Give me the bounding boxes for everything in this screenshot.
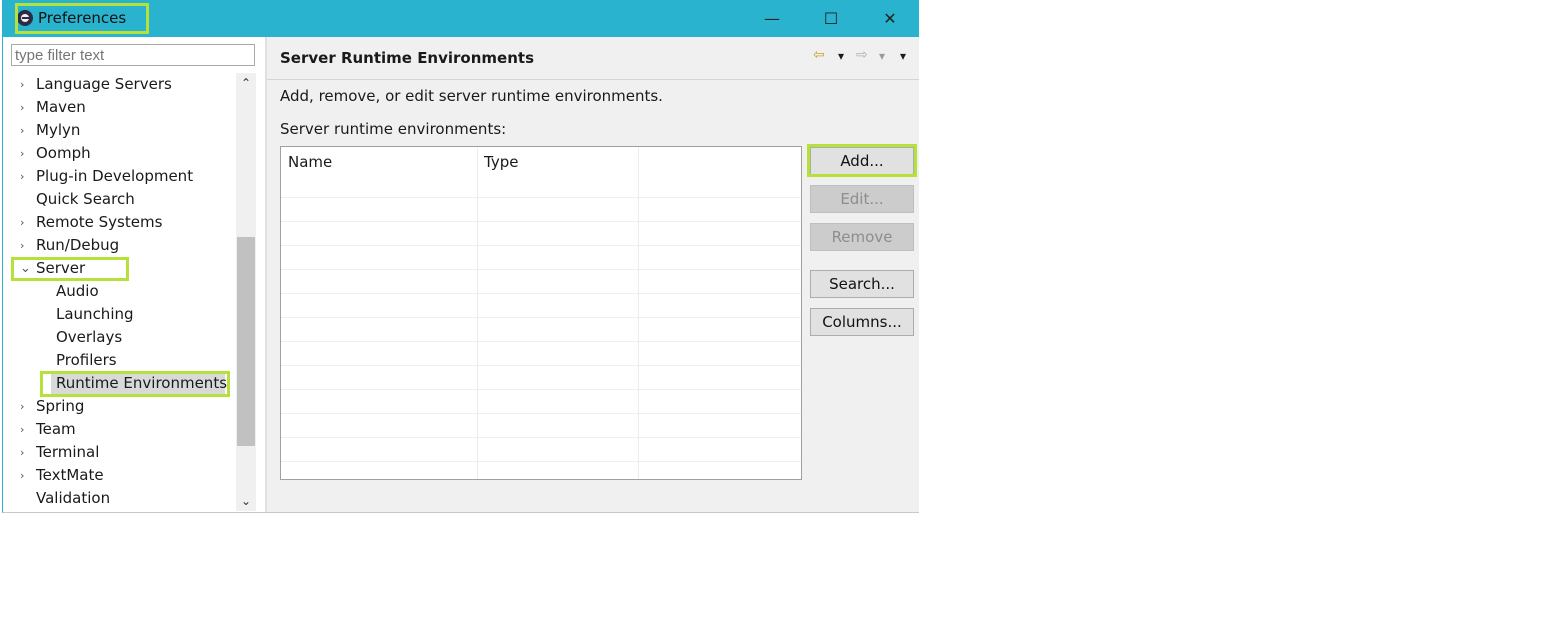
tree-item-validation[interactable]: Validation <box>3 487 235 510</box>
table-row-line <box>281 341 801 342</box>
column-header-type[interactable]: Type <box>484 153 518 171</box>
tree-item-audio[interactable]: Audio <box>3 280 235 303</box>
back-arrow-icon[interactable]: ⇦ <box>813 47 825 63</box>
tree-item-label: TextMate <box>36 466 104 484</box>
minimize-button[interactable]: — <box>749 0 795 37</box>
expand-chevron-icon[interactable]: › <box>20 96 32 119</box>
expand-chevron-icon[interactable]: › <box>20 142 32 165</box>
tree-item-label: Language Servers <box>36 75 172 93</box>
scroll-down-icon[interactable]: ⌄ <box>236 491 256 511</box>
tree-item-label: Maven <box>36 98 86 116</box>
columns-button[interactable]: Columns... <box>810 308 914 336</box>
tree-item-label: Oomph <box>36 144 91 162</box>
filter-input[interactable] <box>11 44 255 66</box>
table-row-line <box>281 245 801 246</box>
tree-item-profilers[interactable]: Profilers <box>3 349 235 372</box>
tree-item-mylyn[interactable]: › Mylyn <box>3 119 235 142</box>
forward-menu-icon[interactable]: ▾ <box>879 49 885 63</box>
scrollbar-thumb[interactable] <box>237 237 255 446</box>
table-row-line <box>281 197 801 198</box>
table-row-line <box>281 317 801 318</box>
tree-item-label: Quick Search <box>36 190 135 208</box>
tree-item-label: Audio <box>56 282 99 300</box>
collapse-chevron-icon[interactable]: ⌄ <box>20 257 32 280</box>
expand-chevron-icon[interactable]: › <box>20 464 32 487</box>
runtime-environments-table[interactable]: Name Type <box>280 146 802 480</box>
tree-item-launching[interactable]: Launching <box>3 303 235 326</box>
search-button[interactable]: Search... <box>810 270 914 298</box>
tree-item-team[interactable]: › Team <box>3 418 235 441</box>
table-row-line <box>281 269 801 270</box>
minimize-icon: — <box>764 9 780 28</box>
tree-item-runtime-environments[interactable]: Runtime Environments <box>3 372 235 395</box>
tree-item-label: Profilers <box>56 351 117 369</box>
tree-item-label: Launching <box>56 305 134 323</box>
close-icon: ✕ <box>883 9 897 28</box>
expand-chevron-icon[interactable]: › <box>20 441 32 464</box>
tree-item-label: Terminal <box>36 443 100 461</box>
tree-item-label: Run/Debug <box>36 236 120 254</box>
close-button[interactable]: ✕ <box>867 0 913 37</box>
tree-item-run-debug[interactable]: › Run/Debug <box>3 234 235 257</box>
forward-arrow-icon[interactable]: ⇨ <box>856 47 868 63</box>
tree-item-label: Team <box>36 420 76 438</box>
expand-chevron-icon[interactable]: › <box>20 165 32 188</box>
window-title: Preferences <box>38 9 127 27</box>
column-header-name[interactable]: Name <box>288 153 332 171</box>
preference-tree-pane: ›Language Servers ›Maven ›Mylyn ›Oomph ›… <box>3 37 265 512</box>
tree-item-quick-search[interactable]: Quick Search <box>3 188 235 211</box>
preference-page: Server Runtime Environments ⇦ ▾ ⇨ ▾ ▾ Ad… <box>267 37 919 512</box>
remove-button[interactable]: Remove <box>810 223 914 251</box>
tree-item-label: Plug-in Development <box>36 167 194 185</box>
tree-item-label: Runtime Environments <box>56 374 228 392</box>
edit-button[interactable]: Edit... <box>810 185 914 213</box>
add-button[interactable]: Add... <box>810 147 914 175</box>
table-row-line <box>281 221 801 222</box>
tree-scrollbar[interactable]: ⌃ ⌄ <box>236 73 256 511</box>
tree-item-overlays[interactable]: Overlays <box>3 326 235 349</box>
expand-chevron-icon[interactable]: › <box>20 395 32 418</box>
expand-chevron-icon[interactable]: › <box>20 73 32 96</box>
table-row-line <box>281 413 801 414</box>
tree-item-server[interactable]: ⌄ Server <box>3 257 235 280</box>
expand-chevron-icon[interactable]: › <box>20 418 32 441</box>
tree-item-terminal[interactable]: › Terminal <box>3 441 235 464</box>
tree-item-label: Validation <box>36 489 111 507</box>
table-row-line <box>281 365 801 366</box>
tree-item-label: Spring <box>36 397 85 415</box>
tree-item-label: Overlays <box>56 328 123 346</box>
table-row-line <box>281 461 801 462</box>
expand-chevron-icon[interactable]: › <box>20 119 32 142</box>
tree-item-label: Server <box>36 259 86 277</box>
tree-item-language-servers[interactable]: › Language Servers <box>3 73 235 96</box>
maximize-button[interactable]: ☐ <box>808 0 854 37</box>
page-title: Server Runtime Environments <box>280 49 534 67</box>
table-row-line <box>281 293 801 294</box>
tree-item-oomph[interactable]: › Oomph <box>3 142 235 165</box>
page-description: Add, remove, or edit server runtime envi… <box>280 87 663 105</box>
table-row-line <box>281 389 801 390</box>
title-bar: Preferences — ☐ ✕ <box>3 0 919 37</box>
runtime-list-label: Server runtime environments: <box>280 120 507 138</box>
tree-item-label: Remote Systems <box>36 213 163 231</box>
tree-item-spring[interactable]: › Spring <box>3 395 235 418</box>
header-separator <box>267 79 919 80</box>
back-menu-icon[interactable]: ▾ <box>838 49 844 63</box>
table-row-line <box>281 437 801 438</box>
tree-item-plugin-development[interactable]: › Plug-in Development <box>3 165 235 188</box>
expand-chevron-icon[interactable]: › <box>20 234 32 257</box>
tree-item-label: Mylyn <box>36 121 81 139</box>
eclipse-app-icon <box>17 10 33 26</box>
expand-chevron-icon[interactable]: › <box>20 211 32 234</box>
tree-item-remote-systems[interactable]: › Remote Systems <box>3 211 235 234</box>
tree-item-maven[interactable]: › Maven <box>3 96 235 119</box>
maximize-icon: ☐ <box>823 9 839 28</box>
tree-item-textmate[interactable]: › TextMate <box>3 464 235 487</box>
scroll-up-icon[interactable]: ⌃ <box>236 73 256 93</box>
view-menu-icon[interactable]: ▾ <box>900 49 906 63</box>
preferences-window: Preferences — ☐ ✕ ›Language Servers ›Mav… <box>2 0 919 513</box>
